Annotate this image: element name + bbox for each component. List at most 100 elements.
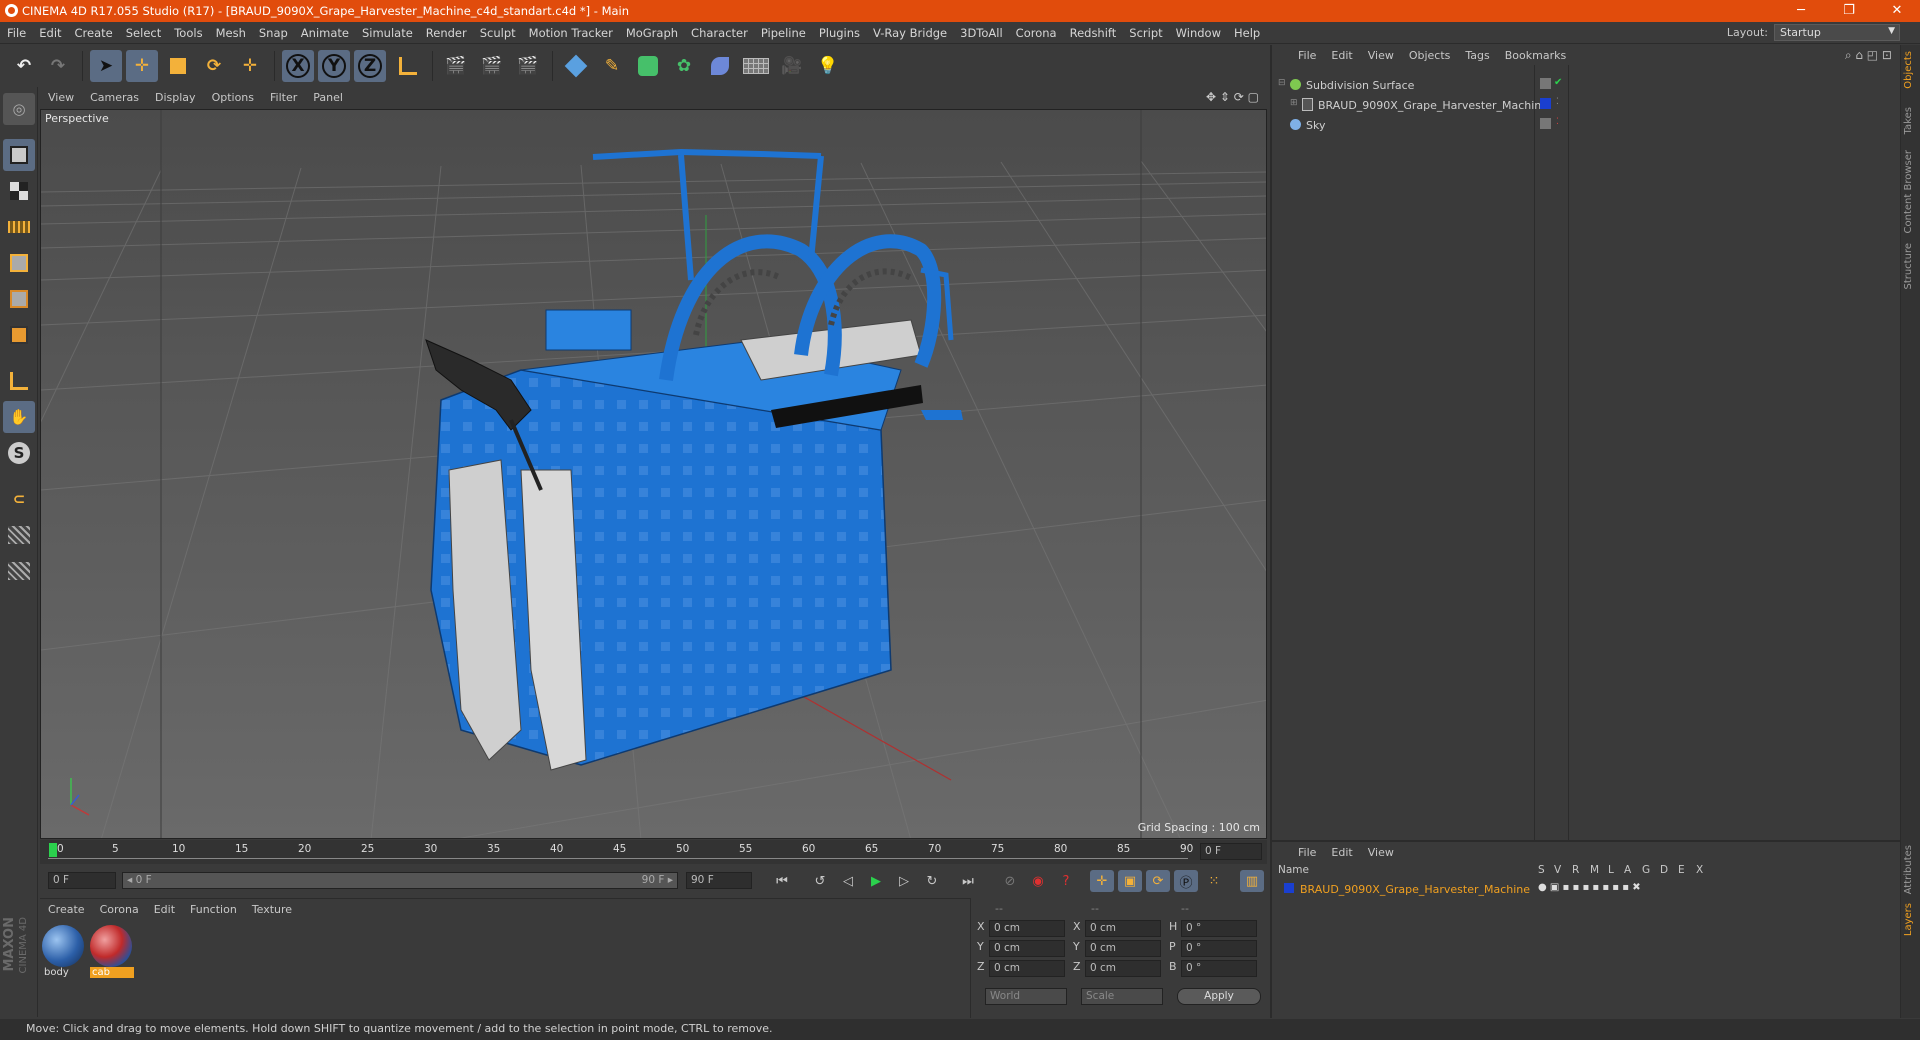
close-button[interactable]: ✕ xyxy=(1874,0,1920,22)
size-mode-dropdown[interactable]: Scale xyxy=(1081,988,1163,1005)
snapping-button[interactable]: S xyxy=(3,437,35,469)
menu-sculpt[interactable]: Sculpt xyxy=(473,22,522,40)
viewport-menu-options[interactable]: Options xyxy=(204,87,262,104)
layer-color-swatch[interactable] xyxy=(1284,883,1294,893)
viewport-menu-view[interactable]: View xyxy=(40,87,82,104)
position-z-field[interactable]: 0 cm xyxy=(989,960,1065,977)
material-menu-edit[interactable]: Edit xyxy=(146,899,182,916)
previous-key-button[interactable]: ↺ xyxy=(808,870,832,892)
objects-menu-edit[interactable]: Edit xyxy=(1323,45,1359,62)
menu-mesh[interactable]: Mesh xyxy=(209,22,252,40)
tweak-mode-button[interactable]: ✋ xyxy=(3,401,35,433)
texture-mode-button[interactable] xyxy=(3,175,35,207)
objects-menu-tags[interactable]: Tags xyxy=(1457,45,1496,62)
layer-col-generators[interactable]: G xyxy=(1642,864,1650,876)
x-axis-lock-button[interactable]: X xyxy=(282,50,314,82)
rotate-tool-button[interactable]: ⟳ xyxy=(198,50,230,82)
select-tool-button[interactable]: ➤ xyxy=(90,50,122,82)
maximize-button[interactable]: ❐ xyxy=(1826,0,1872,22)
layer-col-manager[interactable]: M xyxy=(1590,864,1599,876)
layers-menu-file[interactable]: File xyxy=(1290,842,1323,859)
menu-3dtoall[interactable]: 3DToAll xyxy=(953,22,1009,40)
menu-character[interactable]: Character xyxy=(684,22,754,40)
object-row-sky[interactable]: Sky ⁚ xyxy=(1272,115,1902,135)
axis-mode-button[interactable] xyxy=(3,365,35,397)
undo-button[interactable]: ↶ xyxy=(8,50,40,82)
layer-col-deformers[interactable]: D xyxy=(1660,864,1668,876)
polygons-mode-button[interactable] xyxy=(3,319,35,351)
expand-icon[interactable]: ⊞ xyxy=(1290,98,1298,108)
tab-takes[interactable]: Takes xyxy=(1903,107,1914,134)
objects-menu-bookmarks[interactable]: Bookmarks xyxy=(1497,45,1573,62)
record-keys-button[interactable]: ◉ xyxy=(1026,870,1050,892)
viewport-perspective[interactable]: Perspective Grid Spacing : 100 cm xyxy=(40,109,1267,839)
layer-col-solo[interactable]: S xyxy=(1538,864,1545,876)
key-pla-button[interactable]: ⁙ xyxy=(1202,870,1226,892)
layers-menu-edit[interactable]: Edit xyxy=(1323,842,1359,859)
menu-simulate[interactable]: Simulate xyxy=(355,22,419,40)
render-picture-viewer-button[interactable]: 🎬 xyxy=(476,50,508,82)
enabled-check-icon[interactable]: ✔ xyxy=(1554,77,1562,88)
apply-button[interactable]: Apply xyxy=(1177,988,1261,1005)
menu-edit[interactable]: Edit xyxy=(32,22,67,40)
coordinate-space-dropdown[interactable]: World xyxy=(985,988,1067,1005)
lock-workplane-button[interactable] xyxy=(3,519,35,551)
layer-col-locked[interactable]: L xyxy=(1608,864,1614,876)
material-menu-create[interactable]: Create xyxy=(40,899,92,916)
layer-col-name[interactable]: Name xyxy=(1278,864,1309,876)
add-floor-button[interactable] xyxy=(740,50,772,82)
tab-layers[interactable]: Layers xyxy=(1903,903,1914,936)
layout-dropdown[interactable]: Startup ▼ xyxy=(1774,24,1900,41)
planar-workplane-button[interactable] xyxy=(3,555,35,587)
start-frame-field[interactable]: 0 F xyxy=(48,872,116,889)
key-scale-button[interactable]: ▣ xyxy=(1118,870,1142,892)
viewport-menu-display[interactable]: Display xyxy=(147,87,204,104)
autokey-button[interactable]: ? xyxy=(1054,870,1078,892)
next-frame-button[interactable]: ▷ xyxy=(892,870,916,892)
key-rotation-button[interactable]: ⟳ xyxy=(1146,870,1170,892)
menu-pipeline[interactable]: Pipeline xyxy=(754,22,812,40)
layers-menu-view[interactable]: View xyxy=(1360,842,1401,859)
objects-menu-objects[interactable]: Objects xyxy=(1401,45,1458,62)
rotation-p-field[interactable]: 0 ° xyxy=(1181,940,1257,957)
key-parameter-button[interactable]: Ⓟ xyxy=(1174,870,1198,892)
rotation-b-field[interactable]: 0 ° xyxy=(1181,960,1257,977)
frame-range-slider[interactable]: ◂ 0 F 90 F ▸ xyxy=(122,872,678,889)
play-button[interactable]: ▶ xyxy=(864,870,888,892)
layer-col-view[interactable]: V xyxy=(1554,864,1561,876)
points-mode-button[interactable] xyxy=(3,247,35,279)
scale-tool-button[interactable] xyxy=(162,50,194,82)
object-row-harvester[interactable]: ⊞ BRAUD_9090X_Grape_Harvester_Machine ⁚ xyxy=(1272,95,1902,115)
size-y-field[interactable]: 0 cm xyxy=(1085,940,1161,957)
menu-mograph[interactable]: MoGraph xyxy=(619,22,684,40)
add-light-button[interactable]: 💡 xyxy=(812,50,844,82)
timeline-window-button[interactable]: ▥ xyxy=(1240,870,1264,892)
render-settings-button[interactable]: 🎬 xyxy=(512,50,544,82)
model-mode-button[interactable] xyxy=(3,139,35,171)
menu-window[interactable]: Window xyxy=(1169,22,1227,40)
workplane-mode-button[interactable] xyxy=(3,211,35,243)
add-deformer-button[interactable] xyxy=(704,50,736,82)
add-spline-button[interactable]: ✎ xyxy=(596,50,628,82)
go-to-start-button[interactable]: ⏮ xyxy=(770,870,794,892)
end-frame-field[interactable]: 90 F xyxy=(686,872,752,889)
record-disabled-button[interactable]: ⊘ xyxy=(998,870,1022,892)
position-x-field[interactable]: 0 cm xyxy=(989,920,1065,937)
menu-script[interactable]: Script xyxy=(1122,22,1168,40)
objects-menu-view[interactable]: View xyxy=(1360,45,1401,62)
add-mograph-button[interactable]: ✿ xyxy=(668,50,700,82)
key-position-button[interactable]: ✛ xyxy=(1090,870,1114,892)
menu-create[interactable]: Create xyxy=(68,22,119,40)
timeline-ruler[interactable]: 0 5 10 15 20 25 30 35 40 45 50 55 60 65 … xyxy=(40,840,1267,864)
viewport-menu-cameras[interactable]: Cameras xyxy=(82,87,147,104)
viewport-menu-panel[interactable]: Panel xyxy=(305,87,351,104)
tab-attributes[interactable]: Attributes xyxy=(1903,845,1914,894)
render-view-button[interactable]: 🎬 xyxy=(440,50,472,82)
menu-file[interactable]: File xyxy=(0,22,32,40)
visibility-dots-icon[interactable]: ⁚ xyxy=(1556,117,1559,127)
layer-color-swatch[interactable] xyxy=(1540,98,1551,109)
objects-menu-file[interactable]: File xyxy=(1290,45,1323,62)
add-cube-button[interactable] xyxy=(560,50,592,82)
magnet-tool-button[interactable]: ⊂ xyxy=(3,483,35,515)
edges-mode-button[interactable] xyxy=(3,283,35,315)
